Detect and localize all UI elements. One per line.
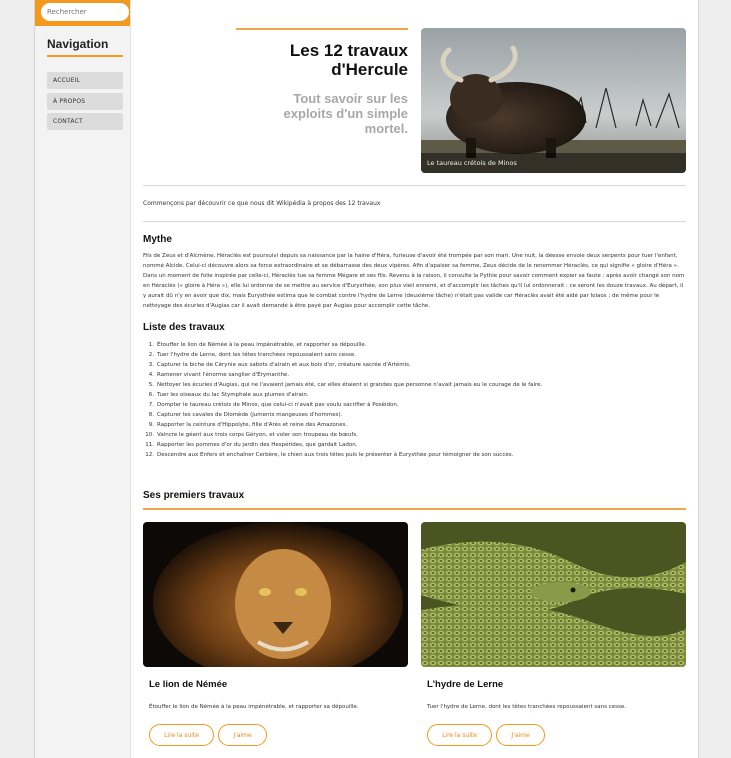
list-item-text: Vaincre le géant aux trois corps Géryon,… [157, 432, 358, 438]
intro-text: Commençons par découvrir ce que nous dit… [143, 200, 381, 207]
list-item: 2. Tuer l'hydre de Lerne, dont les têtes … [143, 350, 686, 360]
page-title-line-2: d'Hercule [331, 60, 408, 79]
list-item-number: 1. [148, 342, 154, 348]
list-item-number: 5. [148, 382, 154, 388]
hero-image: Le taureau crétois de Minos [421, 28, 686, 173]
labours-list: 1. Étouffer le lion de Némée à la peau im… [143, 340, 686, 460]
page-subtitle-line-3: mortel. [364, 121, 408, 136]
list-item-text: Dompter le taureau crétois de Minos, que… [157, 402, 399, 408]
list-item-number: 4. [148, 372, 154, 378]
list-item-number: 12. [145, 452, 154, 458]
list-item-number: 9. [148, 422, 154, 428]
premiers-underline [143, 508, 686, 510]
nav-title: Navigation [47, 37, 123, 57]
list-item-text: Rapporter la ceinture d'Hippolyte, fille… [157, 422, 348, 428]
labours-heading: Liste des travaux [143, 322, 225, 333]
divider-top [143, 185, 686, 186]
list-item: 7. Dompter le taureau crétois de Minos, q… [143, 400, 686, 410]
page-title-line-1: Les 12 travaux [289, 41, 408, 60]
premiers-heading: Ses premiers travaux [143, 490, 245, 501]
mythe-heading: Mythe [143, 234, 172, 245]
hero-image-caption: Le taureau crétois de Minos [421, 153, 686, 173]
list-item-number: 8. [148, 412, 154, 418]
list-item-text: Tuer les oiseaux du lac Stymphale aux pl… [157, 392, 309, 398]
divider-intro [143, 221, 686, 222]
list-item-text: Tuer l'hydre de Lerne, dont les têtes tr… [157, 352, 356, 358]
list-item: 8. Capturer les cavales de Diomède (jumen… [143, 410, 686, 420]
read-more-button-lion[interactable]: Lire la suite [149, 724, 214, 746]
page-subtitle-line-2: exploits d'un simple [283, 106, 408, 121]
read-more-button-hydra[interactable]: Lire la suite [427, 724, 492, 746]
card-title-lion: Le lion de Némée [149, 679, 228, 690]
list-item-text: Descendre aux Enfers et enchaîner Cerbèr… [157, 452, 514, 458]
list-item: 4. Ramener vivant l'énorme sanglier d'Éry… [143, 370, 686, 380]
hydra-image [421, 522, 686, 667]
list-item: 5. Nettoyer les écuries d'Augias, qui ne … [143, 380, 686, 390]
snake-icon [421, 522, 686, 667]
card-title-hydra: L'hydre de Lerne [427, 679, 504, 690]
list-item-number: 10. [145, 432, 154, 438]
lion-icon [143, 522, 408, 667]
list-item-text: Rapporter les pommes d'or du jardin des … [157, 442, 358, 448]
list-item-number: 11. [145, 442, 154, 448]
list-item-number: 3. [148, 362, 154, 368]
list-item-number: 7. [148, 402, 154, 408]
list-item-text: Nettoyer les écuries d'Augias, qui ne l'… [157, 382, 543, 388]
list-item: 10. Vaincre le géant aux trois corps Géry… [143, 430, 686, 440]
list-item-number: 2. [148, 352, 154, 358]
nav-item-a-propos[interactable]: À propos [47, 93, 123, 110]
list-item: 9. Rapporter la ceinture d'Hippolyte, fil… [143, 420, 686, 430]
list-item: 6. Tuer les oiseaux du lac Stymphale aux … [143, 390, 686, 400]
list-item: 1. Étouffer le lion de Némée à la peau im… [143, 340, 686, 350]
list-item-number: 6. [148, 392, 154, 398]
like-button-hydra[interactable]: J'aime [496, 724, 545, 746]
card-text-lion: Étouffer le lion de Némée à la peau impé… [149, 704, 359, 710]
highland-bull-icon [421, 28, 686, 173]
like-button-lion[interactable]: J'aime [218, 724, 267, 746]
search-bar [35, 0, 130, 26]
list-item-text: Étouffer le lion de Némée à la peau impé… [157, 342, 367, 348]
page-subtitle: Tout savoir sur les exploits d'un simple… [236, 91, 408, 136]
nav-item-accueil[interactable]: Accueil [47, 72, 123, 89]
search-input[interactable] [41, 3, 129, 21]
list-item-text: Ramener vivant l'énorme sanglier d'Éryma… [157, 372, 290, 378]
list-item-text: Capturer la biche de Cérynie aux sabots … [157, 362, 411, 368]
list-item: 12. Descendre aux Enfers et enchaîner Cer… [143, 450, 686, 460]
list-item: 11. Rapporter les pommes d'or du jardin d… [143, 440, 686, 450]
list-item-text: Capturer les cavales de Diomède (juments… [157, 412, 343, 418]
page-subtitle-line-1: Tout savoir sur les [293, 91, 408, 106]
mythe-paragraph: Fils de Zeus et d'Alcmène, Héraclès est … [143, 253, 685, 309]
card-text-hydra: Tuer l'hydre de Lerne, dont les têtes tr… [427, 704, 626, 710]
page-title: Les 12 travaux d'Hercule [236, 41, 408, 79]
sidebar: Navigation Accueil À propos Contact [35, 0, 131, 758]
hero-accent-line [236, 28, 408, 30]
nav-item-contact[interactable]: Contact [47, 113, 123, 130]
list-item: 3. Capturer la biche de Cérynie aux sabot… [143, 360, 686, 370]
lion-image [143, 522, 408, 667]
